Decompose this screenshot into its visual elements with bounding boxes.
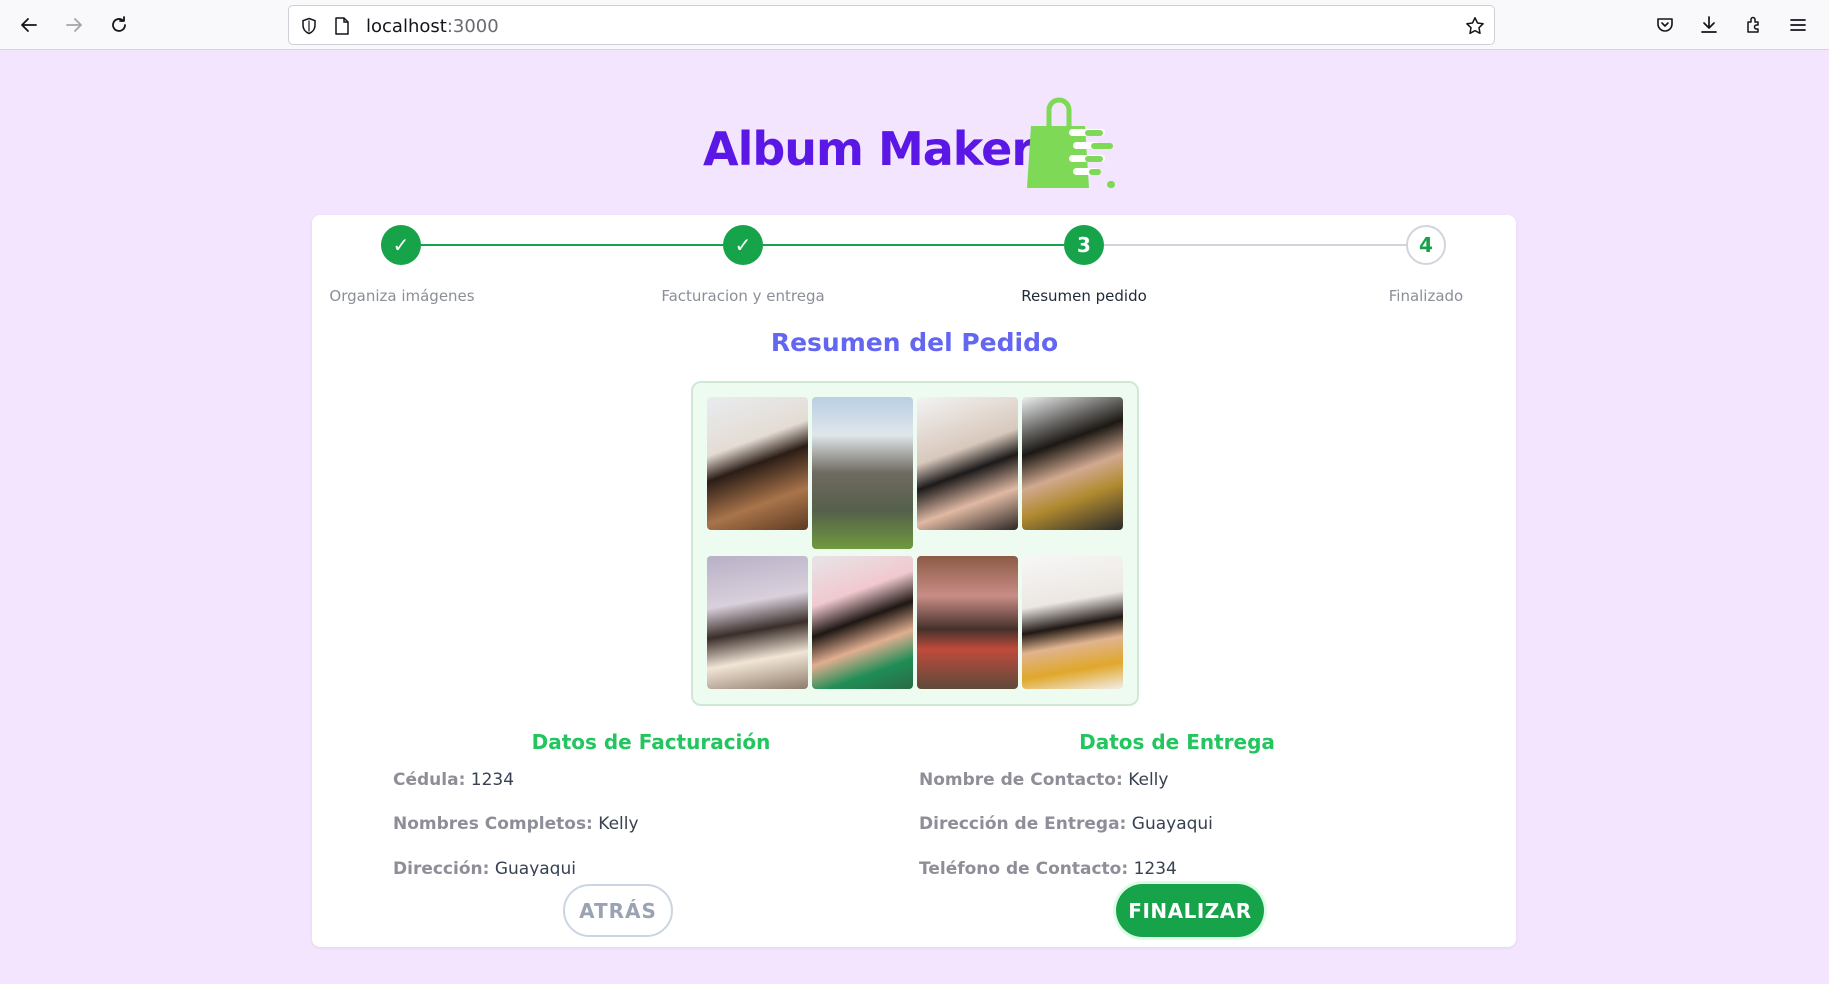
back-button[interactable]: ATRÁS [563, 884, 673, 937]
field-label: Teléfono de Contacto: [919, 859, 1129, 876]
step-connector [762, 244, 1084, 246]
photo-thumbnail[interactable] [1022, 556, 1123, 689]
reload-icon[interactable] [103, 9, 135, 41]
photo-gallery [691, 381, 1139, 706]
field-label: Nombre de Contacto: [919, 770, 1123, 790]
url-port: :3000 [446, 16, 499, 37]
page-icon [332, 16, 352, 36]
photo-thumbnail[interactable] [917, 397, 1018, 530]
field-value: 1234 [1133, 859, 1177, 876]
back-arrow-icon[interactable] [13, 9, 45, 41]
delivery-field: Nombre de Contacto: Kelly [919, 770, 1168, 790]
step-1-marker: ✓ [381, 225, 421, 265]
step-4-marker: 4 [1406, 225, 1446, 265]
check-icon: ✓ [734, 233, 752, 257]
url-text[interactable]: localhost:3000 [366, 16, 499, 37]
photo-thumbnail[interactable] [707, 397, 808, 530]
step-2-label: Facturacion y entrega [661, 287, 825, 305]
billing-field: Dirección: Guayaqui [393, 859, 576, 876]
photo-thumbnail[interactable] [707, 556, 808, 689]
photo-thumbnail[interactable] [812, 556, 913, 689]
photo-thumbnail[interactable] [1022, 397, 1123, 530]
order-details: Cédula: 1234 Nombres Completos: Kelly Di… [312, 760, 1516, 876]
step-3-marker: 3 [1064, 225, 1104, 265]
bookmark-star-icon[interactable] [1465, 16, 1485, 36]
field-value: Kelly [1128, 770, 1169, 790]
billing-field: Cédula: 1234 [393, 770, 514, 790]
field-label: Dirección de Entrega: [919, 814, 1127, 834]
delivery-field: Teléfono de Contacto: 1234 [919, 859, 1177, 876]
step-4-label: Finalizado [1388, 287, 1464, 305]
app-logo: Album Maker [703, 96, 1123, 194]
field-label: Cédula: [393, 770, 466, 790]
extensions-icon[interactable] [1738, 9, 1770, 41]
step-2-marker: ✓ [723, 225, 763, 265]
photo-thumbnail[interactable] [917, 556, 1018, 689]
billing-field: Nombres Completos: Kelly [393, 814, 639, 834]
address-bar[interactable]: localhost:3000 [288, 5, 1495, 45]
billing-title: Datos de Facturación [531, 730, 771, 754]
step-4-number: 4 [1419, 233, 1433, 257]
field-label: Nombres Completos: [393, 814, 593, 834]
step-connector [1104, 244, 1426, 246]
shield-icon[interactable] [299, 16, 319, 36]
delivery-field: Dirección de Entrega: Guayaqui [919, 814, 1213, 834]
photo-thumbnail[interactable] [812, 397, 913, 549]
url-host: localhost [366, 16, 447, 37]
step-1-label: Organiza imágenes [329, 287, 475, 305]
finish-button[interactable]: FINALIZAR [1116, 884, 1264, 937]
field-value: Guayaqui [1131, 814, 1213, 834]
forward-arrow-icon[interactable] [58, 9, 90, 41]
pocket-icon[interactable] [1649, 9, 1681, 41]
field-label: Dirección: [393, 859, 490, 876]
step-3-label: Resumen pedido [1021, 287, 1147, 305]
field-value: 1234 [470, 770, 515, 790]
step-connector [420, 244, 742, 246]
field-value: Guayaqui [494, 859, 576, 876]
menu-icon[interactable] [1782, 9, 1814, 41]
browser-toolbar: localhost:3000 [0, 0, 1829, 50]
shopping-bag-icon [1027, 97, 1115, 188]
check-icon: ✓ [392, 233, 410, 257]
step-3-number: 3 [1077, 233, 1091, 257]
downloads-icon[interactable] [1693, 9, 1725, 41]
summary-title: Resumen del Pedido [770, 328, 1059, 357]
logo-text: Album Maker [703, 122, 1034, 176]
field-value: Kelly [598, 814, 639, 834]
delivery-title: Datos de Entrega [1079, 730, 1275, 754]
